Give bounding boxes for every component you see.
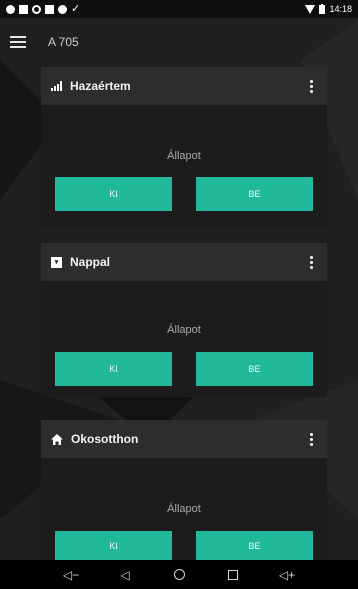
card-header: Okosotthon	[41, 420, 327, 458]
square-icon: ▾	[51, 256, 62, 268]
off-button[interactable]: KI	[55, 177, 172, 211]
home-icon	[51, 433, 63, 445]
gallery-icon	[19, 4, 28, 14]
status-time: 14:18	[329, 4, 352, 14]
status-label: Állapot	[167, 503, 201, 515]
on-button[interactable]: BE	[196, 531, 313, 560]
app-title: A 705	[48, 35, 79, 49]
home-icon[interactable]	[168, 569, 190, 580]
battery-icon	[319, 4, 326, 14]
save-icon	[45, 4, 54, 14]
menu-icon[interactable]	[10, 36, 26, 48]
eye-icon	[32, 4, 41, 14]
status-label: Állapot	[167, 324, 201, 336]
cloud-icon	[6, 4, 15, 14]
volume-down-icon[interactable]: ◁−	[60, 568, 82, 582]
more-options-icon[interactable]	[306, 78, 317, 95]
card-title: Nappal	[70, 255, 111, 269]
scene-card-hazaertem: Hazaértem Állapot KI BE	[41, 67, 327, 226]
on-button[interactable]: BE	[196, 352, 313, 386]
back-icon[interactable]: ◁	[114, 568, 136, 582]
more-options-icon[interactable]	[306, 431, 317, 448]
recents-icon[interactable]	[222, 569, 244, 580]
scene-card-nappal: ▾ Nappal Állapot KI BE	[41, 243, 327, 397]
volume-up-icon[interactable]: ◁+	[276, 568, 298, 582]
card-title: Hazaértem	[70, 79, 131, 93]
status-bar: ✓ 14:18	[0, 0, 358, 18]
navigation-bar: ◁− ◁ ◁+	[0, 560, 358, 589]
card-header: ▾ Nappal	[41, 243, 327, 281]
card-body: Állapot KI BE	[41, 281, 327, 397]
wifi-icon	[305, 4, 316, 14]
check-icon: ✓	[71, 2, 81, 15]
card-header: Hazaértem	[41, 67, 327, 105]
off-button[interactable]: KI	[55, 352, 172, 386]
card-title: Okosotthon	[71, 432, 139, 446]
card-body: Állapot KI BE	[41, 105, 327, 226]
more-options-icon[interactable]	[306, 254, 317, 271]
record-icon	[58, 4, 67, 14]
scene-card-okosotthon: Okosotthon Állapot KI BE	[41, 420, 327, 560]
card-body: Állapot KI BE	[41, 458, 327, 560]
status-label: Állapot	[167, 150, 201, 162]
on-button[interactable]: BE	[196, 177, 313, 211]
off-button[interactable]: KI	[55, 531, 172, 560]
app-bar: A 705	[0, 18, 358, 66]
signal-icon	[51, 81, 62, 91]
